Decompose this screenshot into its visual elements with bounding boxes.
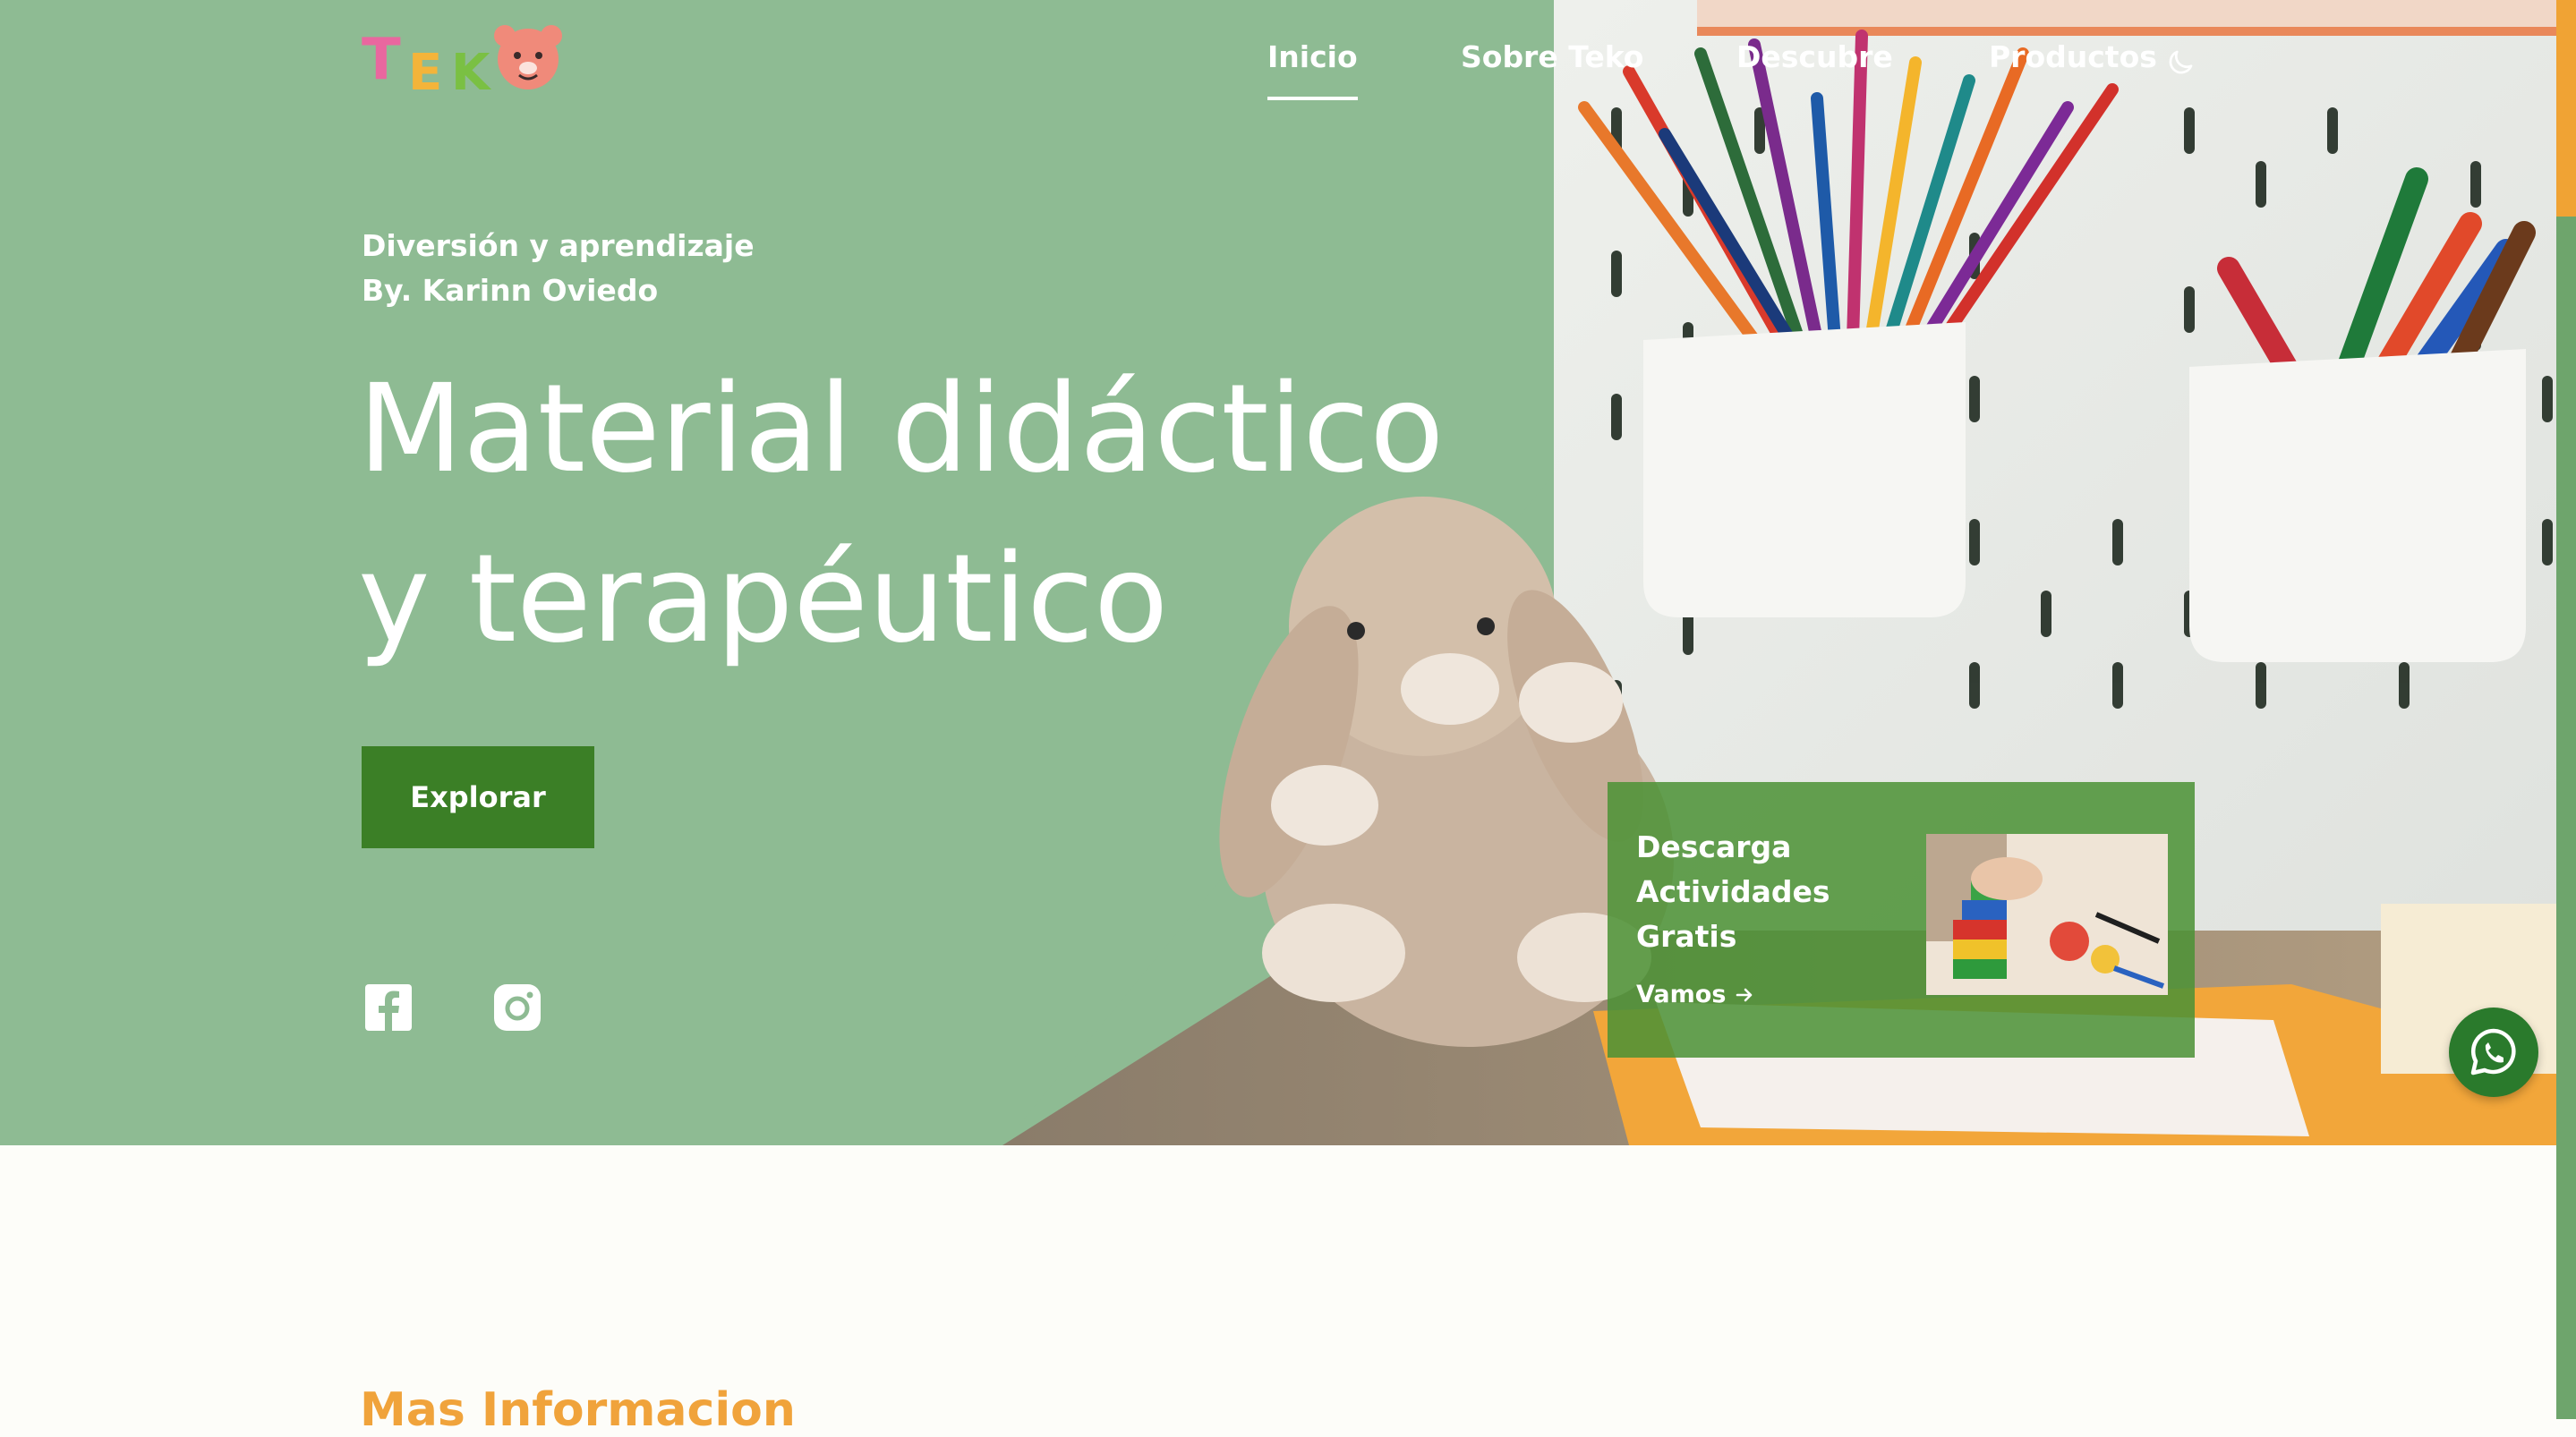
facebook-icon[interactable]	[363, 982, 414, 1033]
nav-item-inicio[interactable]: Inicio	[1267, 39, 1358, 100]
arrow-right-icon	[1736, 988, 1753, 1001]
headline-line-1: Material didáctico	[358, 359, 1445, 500]
scrollbar-thumb[interactable]	[2556, 217, 2576, 1419]
hero-section: T E K Inicio Sobre Teko Descubre Product…	[0, 0, 2556, 1145]
moon-icon[interactable]	[2164, 47, 2196, 79]
nav-item-sobre-teko[interactable]: Sobre Teko	[1461, 39, 1643, 74]
explorar-button[interactable]: Explorar	[362, 746, 594, 848]
nav-item-productos[interactable]: Productos	[1989, 39, 2157, 74]
promo-title: Descarga Actividades Gratis	[1636, 825, 1905, 959]
vamos-link[interactable]: Vamos	[1636, 981, 1754, 1008]
toys-thumbnail-image	[1926, 834, 2168, 995]
instagram-icon[interactable]	[492, 982, 542, 1033]
tagline-line-1: Diversión y aprendizaje	[362, 228, 755, 263]
whatsapp-button[interactable]	[2449, 1008, 2538, 1097]
svg-text:T: T	[362, 27, 401, 93]
svg-text:K: K	[451, 44, 492, 95]
whatsapp-icon	[2470, 1028, 2516, 1076]
nav-item-descubre[interactable]: Descubre	[1736, 39, 1893, 74]
headline-line-2: y terapéutico	[358, 529, 1169, 670]
section-heading: Mas Informacion	[360, 1383, 796, 1437]
hero-tagline: Diversión y aprendizaje By. Karinn Ovied…	[362, 224, 755, 313]
promo-title-line-1: Descarga	[1636, 829, 1792, 864]
scrollbar-track[interactable]	[2556, 0, 2576, 1419]
svg-text:E: E	[408, 44, 442, 95]
promo-title-line-2: Actividades	[1636, 874, 1830, 909]
hero-headline: Material didáctico y terapéutico	[358, 344, 1444, 684]
teko-logo[interactable]: T E K	[362, 23, 576, 95]
tagline-line-2: By. Karinn Oviedo	[362, 273, 659, 308]
free-activities-card[interactable]: Descarga Actividades Gratis Vamos	[1608, 782, 2195, 1058]
promo-title-line-3: Gratis	[1636, 919, 1737, 954]
vamos-link-label: Vamos	[1636, 981, 1727, 1008]
